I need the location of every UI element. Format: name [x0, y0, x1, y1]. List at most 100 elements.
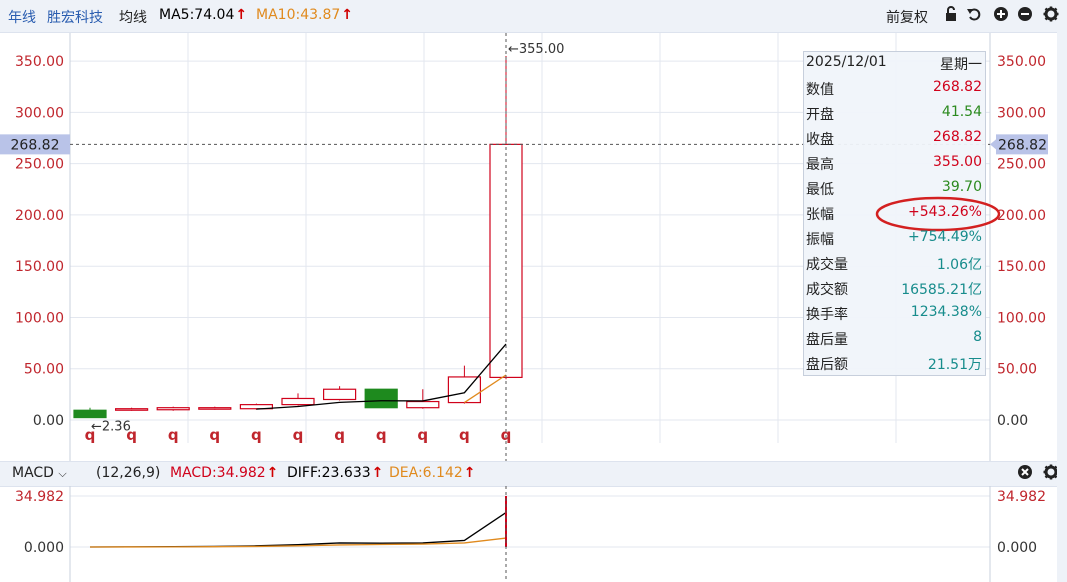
- y-tick-label-right: 350.00: [997, 54, 1046, 70]
- info-row-label: 盘后额: [806, 357, 848, 373]
- info-row: 换手率 1234.38%: [804, 302, 985, 326]
- y-tick-label-left: 0.00: [33, 413, 64, 429]
- info-row-value: +754.49%: [907, 229, 982, 245]
- candle-body: [323, 388, 357, 401]
- zoom-in-icon[interactable]: [992, 6, 1010, 24]
- info-row-label: 最低: [806, 182, 834, 198]
- candle-marker: q: [376, 426, 387, 444]
- y-tick-label-left: 200.00: [15, 208, 64, 224]
- up-arrow-icon: ↑: [463, 465, 476, 481]
- quote-info-panel: 2025/12/01 星期一 数值 268.82 开盘 41.54 收盘 268.82 最高…: [803, 51, 1001, 376]
- info-header: 2025/12/01 星期一: [804, 52, 985, 76]
- info-row: 成交量 1.06亿: [804, 252, 985, 276]
- chart-toolbar: 年线 胜宏科技 均线 MA5:74.04↑ MA10:43.87↑ 前复权: [0, 0, 1067, 33]
- high-price-marker: ←355.00: [508, 42, 564, 57]
- y-tick-label-right: 0.00: [997, 413, 1028, 429]
- stock-name[interactable]: 胜宏科技: [47, 7, 103, 27]
- up-arrow-icon: ↑: [266, 465, 279, 481]
- macd-chart[interactable]: 34.982 34.982 0.000 0.000: [0, 486, 1057, 582]
- info-row-value: 268.82: [933, 79, 982, 95]
- info-date: 2025/12/01: [806, 54, 887, 70]
- candle-marker: q: [251, 426, 262, 444]
- info-row-label: 收盘: [806, 132, 834, 148]
- info-row-value: 21.51万: [927, 357, 982, 373]
- y-tick-label-left: 150.00: [15, 259, 64, 275]
- info-row: 振幅 +754.49%: [804, 227, 985, 251]
- indicator-selector[interactable]: MACD ⌵: [12, 465, 67, 481]
- y-tick-label-right: 100.00: [997, 310, 1046, 326]
- chevron-down-icon: ⌵: [58, 467, 67, 480]
- candle-marker: q: [293, 426, 304, 444]
- lock-icon[interactable]: [942, 6, 960, 24]
- info-row-value: 41.54: [941, 104, 982, 120]
- info-row: 数值 268.82: [804, 77, 985, 101]
- candle-marker: q: [209, 426, 220, 444]
- ma10-legend: MA10:43.87↑: [256, 7, 354, 23]
- info-row-label: 盘后量: [806, 332, 848, 348]
- up-arrow-icon: ↑: [341, 7, 354, 23]
- candle-body: [406, 400, 440, 409]
- macd-tick-left: 0.000: [24, 540, 64, 556]
- info-row: 盘后额 21.51万: [804, 352, 985, 376]
- info-row-label: 最高: [806, 157, 834, 173]
- candle-marker: q: [459, 426, 470, 444]
- info-row-value: 355.00: [933, 154, 982, 170]
- candle-body: [73, 409, 107, 419]
- candle-body: [198, 407, 232, 410]
- info-row-label: 张幅: [806, 207, 834, 223]
- candle-body: [364, 388, 398, 409]
- info-row-value: 268.82: [933, 129, 982, 145]
- macd-dea-line: [89, 537, 507, 548]
- right-scrollbar[interactable]: [1057, 32, 1067, 582]
- close-icon[interactable]: [1016, 464, 1034, 482]
- up-arrow-icon: ↑: [235, 7, 248, 23]
- y-tick-label-left: 300.00: [15, 105, 64, 121]
- y-tick-label-right: 250.00: [997, 157, 1046, 173]
- info-row: 开盘 41.54: [804, 102, 985, 126]
- diff-value: DIFF:23.633↑: [287, 465, 384, 481]
- macd-params: (12,26,9): [96, 465, 161, 481]
- macd-tick-right: 34.982: [997, 489, 1046, 505]
- crosshair-label-left: 268.82: [11, 137, 60, 153]
- info-row: 收盘 268.82: [804, 127, 985, 151]
- undo-icon[interactable]: [965, 6, 983, 24]
- macd-toolbar: MACD ⌵ (12,26,9) MACD:34.982↑ DIFF:23.63…: [0, 461, 1067, 487]
- info-row-label: 数值: [806, 82, 834, 98]
- avg-line-label[interactable]: 均线: [119, 7, 147, 27]
- period-selector[interactable]: 年线: [8, 7, 36, 27]
- candle-body: [114, 408, 149, 411]
- ma5-legend: MA5:74.04↑: [159, 7, 248, 23]
- y-tick-label-right: 200.00: [997, 208, 1046, 224]
- info-row-label: 成交额: [806, 282, 848, 298]
- up-arrow-icon: ↑: [371, 465, 384, 481]
- info-row: 成交额 16585.21亿: [804, 277, 985, 301]
- candle-body: [281, 397, 315, 406]
- info-row: 最高 355.00: [804, 152, 985, 176]
- gear-icon[interactable]: [1042, 6, 1060, 24]
- candle-marker: q: [168, 426, 179, 444]
- macd-tick-right: 0.000: [997, 540, 1037, 556]
- info-row-label: 换手率: [806, 307, 848, 323]
- macd-value: MACD:34.982↑: [170, 465, 279, 481]
- y-tick-label-left: 100.00: [15, 310, 64, 326]
- info-row: 盘后量 8: [804, 327, 985, 351]
- y-tick-label-right: 150.00: [997, 259, 1046, 275]
- y-tick-label-left: 50.00: [24, 362, 64, 378]
- info-row-value: 1.06亿: [936, 257, 982, 273]
- dea-value: DEA:6.142↑: [389, 465, 476, 481]
- info-row-value: 16585.21亿: [901, 282, 982, 298]
- info-row-label: 开盘: [806, 107, 834, 123]
- low-price-marker: ←2.36: [91, 420, 131, 435]
- crosshair-arrow-right: [990, 139, 996, 150]
- zoom-out-icon[interactable]: [1016, 6, 1034, 24]
- candle-body: [447, 376, 481, 404]
- info-row-label: 成交量: [806, 257, 848, 273]
- info-row-value: 8: [973, 329, 982, 345]
- info-row: 张幅 +543.26%: [804, 196, 1001, 232]
- candle-marker: q: [334, 426, 345, 444]
- macd-tick-left: 34.982: [15, 489, 64, 505]
- y-tick-label-left: 350.00: [15, 54, 64, 70]
- adjust-mode-button[interactable]: 前复权: [886, 7, 928, 27]
- y-tick-label-right: 300.00: [997, 105, 1046, 121]
- info-row-label: 振幅: [806, 232, 834, 248]
